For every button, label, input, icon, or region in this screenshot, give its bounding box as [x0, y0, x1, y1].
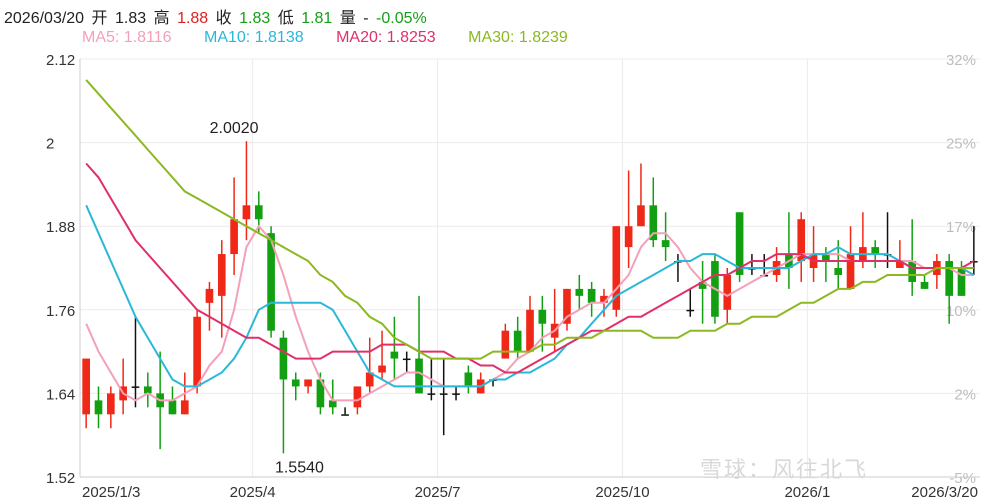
candle-body	[501, 330, 510, 359]
y-tick-label: 1.88	[46, 219, 75, 236]
watermark: 雪球：风往北飞	[700, 457, 869, 482]
x-tick-label: 2025/10	[595, 484, 649, 500]
x-tick-label: 2025/1/3	[82, 484, 140, 500]
max-price-label: 2.0020	[210, 120, 259, 137]
candle-body	[168, 400, 177, 415]
candle-body	[341, 414, 349, 416]
y-tick-label: 1.52	[46, 470, 75, 487]
candle-body	[822, 254, 830, 262]
right-tick-label: 32%	[946, 52, 976, 69]
candle-body	[205, 288, 214, 303]
candle-body	[304, 379, 312, 387]
candle-body	[378, 365, 386, 373]
candle-body	[661, 240, 670, 248]
y-tick-label: 2.12	[46, 52, 75, 69]
right-tick-label: 17%	[946, 219, 976, 236]
x-tick-label: 2025/7	[415, 484, 461, 500]
candle-body	[254, 205, 263, 220]
candle-body	[390, 351, 399, 359]
candle-body	[908, 261, 917, 282]
candle-body	[452, 393, 460, 395]
candlestick-chart: 2.1221.881.761.641.5232%25%17%10%2%-5%20…	[46, 52, 980, 500]
candle-body	[637, 205, 645, 227]
candle-body	[587, 288, 596, 303]
candle-body	[624, 226, 633, 248]
candle-body	[193, 316, 201, 387]
y-tick-label: 2	[46, 136, 54, 153]
candle-body	[513, 330, 522, 352]
candle-body	[217, 254, 226, 296]
candle-body	[328, 400, 337, 408]
candle-body	[945, 261, 953, 296]
right-tick-label: 2%	[954, 386, 976, 403]
candle-body	[957, 268, 966, 296]
candle-body	[353, 386, 362, 408]
candle-body	[131, 386, 140, 388]
candle-body	[723, 274, 732, 310]
candle-body	[686, 309, 695, 312]
candle-body	[834, 268, 843, 275]
x-tick-label: 2026/3/20	[911, 484, 978, 500]
right-tick-label: 25%	[946, 136, 976, 153]
y-tick-label: 1.64	[46, 386, 75, 403]
y-tick-label: 1.76	[46, 303, 75, 320]
candle-body	[415, 358, 423, 394]
x-tick-label: 2026/1	[784, 484, 830, 500]
candle-body	[526, 309, 534, 352]
candle-body	[230, 219, 238, 255]
candle-body	[920, 281, 929, 289]
x-tick-label: 2025/4	[230, 484, 276, 500]
candle-body	[82, 358, 90, 415]
min-price-label: 1.5540	[275, 459, 324, 476]
candle-body	[291, 379, 300, 387]
candle-body	[279, 337, 288, 380]
candle-body	[242, 205, 251, 220]
candle-body	[439, 393, 448, 395]
right-tick-label: 10%	[946, 303, 976, 320]
candle-body	[464, 372, 473, 387]
candle-body	[575, 288, 584, 296]
candle-body	[871, 247, 880, 255]
candle-body	[107, 393, 115, 415]
candle-body	[427, 393, 436, 395]
candle-body	[538, 309, 547, 324]
candle-body	[180, 400, 189, 415]
candle-body	[94, 400, 103, 415]
candle-body	[402, 358, 411, 361]
